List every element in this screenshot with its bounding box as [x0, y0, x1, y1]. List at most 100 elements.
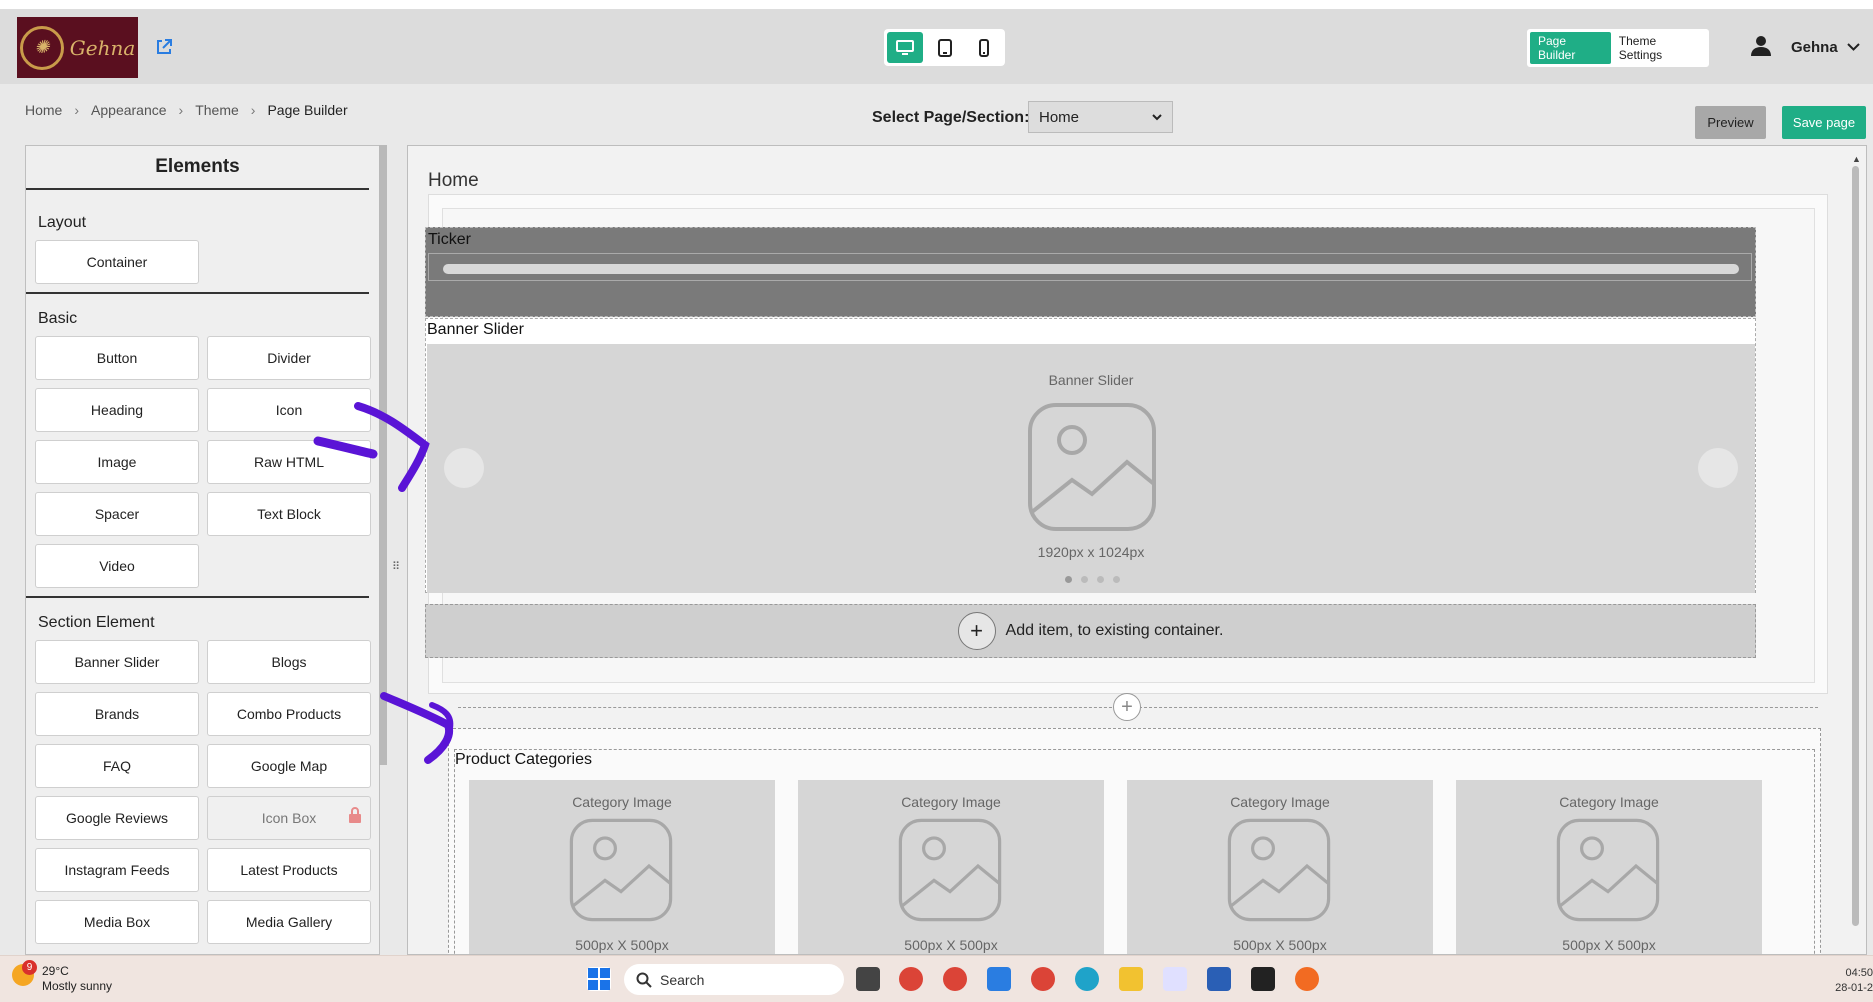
desktop-icon: [895, 39, 914, 55]
container-block[interactable]: Product Categories Category Image 500px …: [448, 728, 1821, 954]
element-latest-products[interactable]: Latest Products: [207, 848, 371, 892]
section-title-section-element: Section Element: [38, 614, 155, 631]
user-icon[interactable]: [1750, 35, 1772, 57]
category-card: Category Image 500px X 500px: [1456, 780, 1762, 954]
banner-caption: Banner Slider: [1048, 372, 1134, 388]
windows-start-icon[interactable]: [587, 967, 611, 991]
element-faq[interactable]: FAQ: [35, 744, 199, 788]
os-taskbar: 9 29°C Mostly sunny Search 04:50 28-01-2: [0, 955, 1873, 1002]
postman-icon[interactable]: [1295, 967, 1319, 991]
canvas-scrollbar[interactable]: [1850, 166, 1860, 946]
page-select-value: Home: [1039, 108, 1080, 126]
edge-icon[interactable]: [1075, 967, 1099, 991]
slider-dot[interactable]: [1081, 576, 1088, 583]
tab-page-builder[interactable]: Page Builder: [1530, 32, 1611, 64]
chevron-down-icon[interactable]: [1847, 43, 1860, 51]
external-link-icon[interactable]: [155, 38, 173, 56]
taskbar-search[interactable]: Search: [624, 964, 844, 995]
brand-logo[interactable]: ✺ Gehna: [17, 17, 138, 78]
elements-panel: Elements Layout Container Basic Button D…: [25, 145, 380, 955]
element-combo-products[interactable]: Combo Products: [207, 692, 371, 736]
element-icon-box[interactable]: Icon Box: [207, 796, 371, 840]
element-button[interactable]: Button: [35, 336, 199, 380]
chrome-icon[interactable]: [1031, 967, 1055, 991]
product-categories-section[interactable]: Product Categories Category Image 500px …: [454, 749, 1815, 954]
element-video[interactable]: Video: [35, 544, 199, 588]
element-raw-html[interactable]: Raw HTML: [207, 440, 371, 484]
ticker-section[interactable]: Ticker: [425, 227, 1756, 317]
add-item-button[interactable]: + Add item, to existing container.: [425, 604, 1756, 658]
chevron-right-icon: ›: [250, 102, 256, 118]
breadcrumb-home[interactable]: Home: [25, 102, 62, 118]
element-heading[interactable]: Heading: [35, 388, 199, 432]
breadcrumb-appearance[interactable]: Appearance: [91, 102, 167, 118]
chrome-icon[interactable]: [943, 967, 967, 991]
search-icon: [636, 972, 652, 988]
save-page-button[interactable]: Save page: [1782, 106, 1866, 139]
category-card: Category Image 500px X 500px: [469, 780, 775, 954]
element-icon[interactable]: Icon: [207, 388, 371, 432]
element-google-map[interactable]: Google Map: [207, 744, 371, 788]
mobile-view-button[interactable]: [966, 32, 1002, 63]
slider-dot[interactable]: [1065, 576, 1072, 583]
system-clock[interactable]: 04:50 28-01-2: [1826, 966, 1873, 996]
plus-icon: +: [957, 612, 996, 650]
elements-panel-scrollbar[interactable]: [379, 145, 387, 765]
file-explorer-icon[interactable]: [1119, 967, 1143, 991]
element-media-gallery[interactable]: Media Gallery: [207, 900, 371, 944]
add-section-button[interactable]: +: [1113, 693, 1141, 721]
category-caption: Category Image: [1559, 794, 1659, 810]
tab-theme-settings[interactable]: Theme Settings: [1611, 32, 1706, 64]
chrome-icon[interactable]: [899, 967, 923, 991]
image-placeholder-icon: [898, 818, 1002, 922]
banner-size-hint: 1920px x 1024px: [1037, 544, 1145, 560]
slider-prev-button[interactable]: [444, 448, 484, 488]
snipping-tool-icon[interactable]: [1163, 967, 1187, 991]
tablet-view-button[interactable]: [927, 32, 963, 63]
ticker-label: Ticker: [428, 231, 471, 248]
breadcrumb-theme[interactable]: Theme: [195, 102, 239, 118]
element-banner-slider[interactable]: Banner Slider: [35, 640, 199, 684]
app-icon[interactable]: [1251, 967, 1275, 991]
image-placeholder-icon: [1556, 818, 1660, 922]
element-container[interactable]: Container: [35, 240, 199, 284]
scroll-up-arrow-icon[interactable]: ▲: [1852, 154, 1861, 164]
scrollbar-thumb[interactable]: [1852, 166, 1859, 926]
resize-grip-icon[interactable]: ⠿: [392, 560, 400, 573]
element-divider[interactable]: Divider: [207, 336, 371, 380]
slider-dot[interactable]: [1097, 576, 1104, 583]
task-view-icon[interactable]: [856, 967, 880, 991]
weather-widget[interactable]: 9 29°C Mostly sunny: [12, 960, 113, 994]
element-brands[interactable]: Brands: [35, 692, 199, 736]
slider-next-button[interactable]: [1698, 448, 1738, 488]
browser-top-strip: [0, 0, 1873, 10]
element-blogs[interactable]: Blogs: [207, 640, 371, 684]
slider-dot[interactable]: [1113, 576, 1120, 583]
ticker-bar: [428, 253, 1752, 281]
category-grid: Category Image 500px X 500px Category Im…: [469, 780, 1762, 954]
category-caption: Category Image: [572, 794, 672, 810]
ticker-track: [443, 264, 1739, 274]
element-text-block[interactable]: Text Block: [207, 492, 371, 536]
element-instagram-feeds[interactable]: Instagram Feeds: [35, 848, 199, 892]
weather-desc: Mostly sunny: [42, 979, 113, 993]
clock-date: 28-01-2: [1835, 982, 1873, 994]
vscode-icon[interactable]: [987, 967, 1011, 991]
user-name[interactable]: Gehna: [1791, 39, 1838, 56]
element-image[interactable]: Image: [35, 440, 199, 484]
slider-dots: [1065, 576, 1120, 583]
image-placeholder-icon: [1028, 403, 1156, 531]
preview-button[interactable]: Preview: [1695, 106, 1766, 139]
element-spacer[interactable]: Spacer: [35, 492, 199, 536]
desktop-view-button[interactable]: [887, 32, 923, 63]
notepad-icon[interactable]: [1207, 967, 1231, 991]
banner-slider-preview: Banner Slider 1920px x 1024px: [427, 344, 1755, 593]
page-select-dropdown[interactable]: Home: [1028, 101, 1173, 133]
section-divider: [26, 596, 369, 598]
banner-slider-section[interactable]: Banner Slider Banner Slider 1920px x 102…: [425, 318, 1756, 593]
device-switcher: [884, 29, 1005, 66]
element-media-box[interactable]: Media Box: [35, 900, 199, 944]
logo-emblem-icon: ✺: [19, 25, 64, 70]
chevron-right-icon: ›: [178, 102, 184, 118]
element-google-reviews[interactable]: Google Reviews: [35, 796, 199, 840]
